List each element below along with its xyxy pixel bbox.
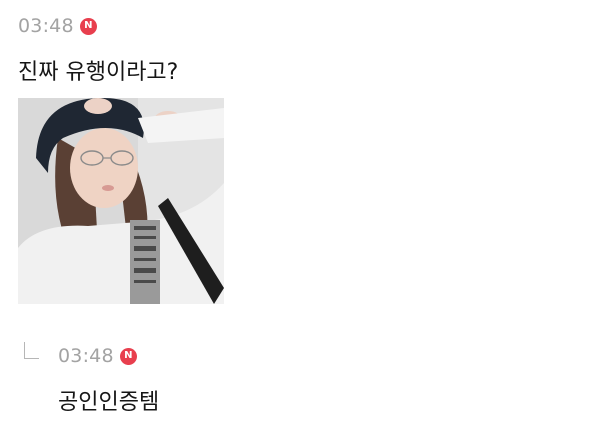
post-photo[interactable] xyxy=(18,98,224,304)
reply-timestamp: 03:48 xyxy=(58,345,114,367)
reply-new-badge-icon: N xyxy=(119,347,137,365)
reply-arrow-icon xyxy=(24,342,39,359)
photo-image-icon xyxy=(18,98,224,304)
post-meta: 03:48 N xyxy=(18,14,588,38)
new-badge-icon: N xyxy=(79,17,97,35)
post-timestamp: 03:48 xyxy=(18,15,74,37)
reply-meta: 03:48 N xyxy=(58,344,137,368)
reply-text: 공인인증템 xyxy=(58,390,160,415)
comment-post: 03:48 N 진짜 유행이라고? xyxy=(18,14,588,88)
post-text: 진짜 유행이라고? xyxy=(18,60,179,85)
